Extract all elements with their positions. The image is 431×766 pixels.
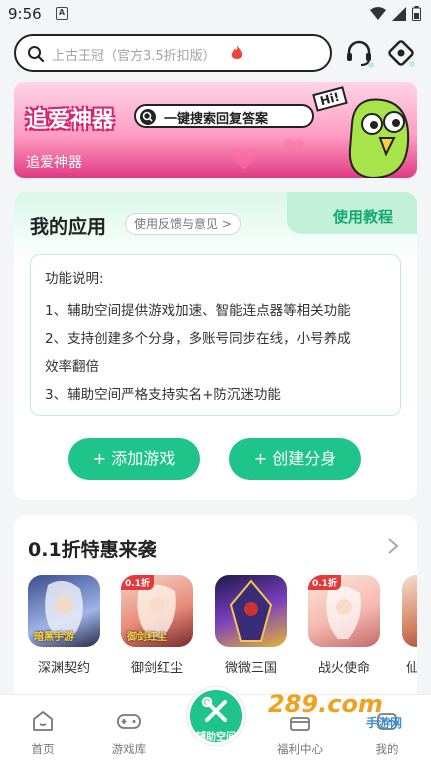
game-name: 御剑红尘 — [130, 661, 183, 676]
tools-icon — [201, 696, 227, 722]
deals-card: 0.1折特惠来袭 暗黑手游 深渊契约 0.1折 御剑红尘 御剑红尘 微微三国 0… — [14, 515, 417, 700]
game-thumbnail — [402, 575, 417, 647]
game-thumbnail: 暗黑手游 — [28, 575, 100, 647]
game-name: 微微三国 — [224, 661, 277, 676]
game-thumbnail: 0.1折 — [308, 575, 380, 647]
game-item[interactable]: 0.1折 战火使命 — [308, 575, 380, 676]
banner-caption: 追爱神器 — [26, 155, 82, 171]
game-name: 深渊契约 — [37, 661, 90, 676]
fire-icon — [231, 45, 243, 59]
my-apps-card: 使用教程 我的应用 使用反馈与意见 > 功能说明: 1、辅助空间提供游戏加速、智… — [14, 192, 417, 500]
game-item[interactable]: 微微三国 — [215, 575, 287, 676]
feedback-button[interactable]: 使用反馈与意见 > — [125, 213, 241, 235]
description-line: 2、支持创建多个分身，多账号同步在线，小号养成 — [45, 331, 351, 347]
game-name: 战火使命 — [317, 661, 370, 676]
game-item[interactable]: 0.1折 御剑红尘 御剑红尘 — [121, 575, 193, 676]
promo-banner[interactable]: 追爱神器 一键搜索回复答案 Hi! 追爱神器 — [14, 82, 417, 178]
deals-title: 0.1折特惠来袭 — [28, 539, 157, 561]
game-name: 仙 — [406, 661, 417, 676]
status-bar: 9:56 A — [0, 0, 431, 30]
search-icon — [28, 46, 45, 63]
description-title: 功能说明: — [45, 271, 104, 287]
game-art-icon — [229, 579, 273, 642]
nav-home-label: 首页 — [31, 742, 55, 756]
search-input[interactable]: 上古王冠（官方3.5折扣版） — [14, 34, 332, 72]
nav-welfare-label: 福利中心 — [277, 742, 323, 756]
tutorial-label: 使用教程 — [332, 208, 393, 226]
apps-title: 我的应用 — [30, 216, 107, 238]
status-time: 9:56 — [8, 5, 42, 23]
watermark-sub: 手游网 — [366, 716, 403, 730]
game-thumbnail: 0.1折 御剑红尘 — [121, 575, 193, 647]
home-icon — [33, 711, 53, 731]
game-item[interactable]: 暗黑手游 深渊契约 — [28, 575, 100, 676]
tutorial-tab[interactable]: 使用教程 — [287, 192, 417, 234]
description-line: 效率翻倍 — [45, 359, 99, 375]
discount-badge: 0.1折 — [308, 575, 341, 590]
chevron-right-icon[interactable] — [387, 537, 399, 555]
create-clone-button[interactable]: + 创建分身 — [229, 438, 361, 480]
game-item[interactable]: 仙 — [402, 575, 417, 676]
feature-description-box: 功能说明: 1、辅助空间提供游戏加速、智能连点器等相关功能 2、支持创建多个分身… — [30, 254, 401, 416]
nav-mine-label: 我的 — [375, 742, 399, 756]
description-line: 1、辅助空间提供游戏加速、智能连点器等相关功能 — [45, 303, 351, 319]
add-game-button[interactable]: + 添加游戏 — [68, 438, 200, 480]
battery-icon — [412, 6, 421, 21]
nav-game-library-label: 游戏库 — [111, 742, 147, 756]
game-center-icon[interactable] — [386, 38, 416, 68]
bird-mascot-icon — [348, 98, 410, 178]
signal-icon — [392, 6, 406, 21]
game-thumbnail — [215, 575, 287, 647]
discount-badge: 0.1折 — [121, 575, 154, 590]
nav-game-library[interactable]: 游戏库 — [99, 709, 159, 757]
banner-search-pill: 一键搜索回复答案 — [134, 104, 314, 128]
status-icons — [370, 6, 421, 21]
nav-assist-space[interactable]: 辅助空间 — [187, 687, 245, 745]
description-line: 3、辅助空间严格支持实名+防沉迷功能 — [45, 387, 281, 403]
banner-title: 追爱神器 — [26, 108, 115, 133]
search-row: 上古王冠（官方3.5折扣版） — [14, 34, 418, 72]
nav-home[interactable]: 首页 — [13, 709, 73, 757]
wifi-icon — [370, 6, 386, 20]
gamepad-icon — [117, 714, 141, 729]
customer-service-icon[interactable] — [344, 38, 374, 68]
banner-pill-text: 一键搜索回复答案 — [164, 112, 269, 127]
notification-icon: A — [56, 7, 68, 20]
search-placeholder: 上古王冠（官方3.5折扣版） — [52, 49, 216, 64]
nav-assist-space-label: 辅助空间 — [196, 732, 236, 743]
thumb-text: 暗黑手游 — [34, 632, 74, 643]
site-watermark: 289.com 手游网 — [268, 690, 418, 730]
thumb-text: 御剑红尘 — [127, 632, 167, 643]
search-icon — [140, 109, 156, 125]
